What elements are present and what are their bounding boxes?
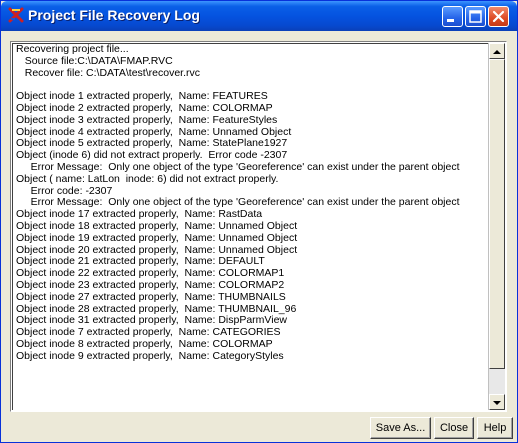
- minimize-button[interactable]: [442, 6, 463, 27]
- log-line: Object inode 19 extracted properly, Name…: [16, 231, 298, 244]
- log-line: Error Message: Only one object of the ty…: [16, 160, 460, 173]
- arrow-up-icon: [493, 50, 501, 54]
- maximize-button[interactable]: [465, 6, 486, 27]
- vertical-scrollbar[interactable]: [488, 43, 505, 410]
- scroll-down-button[interactable]: [489, 394, 505, 410]
- app-icon: [8, 7, 24, 23]
- title-bar[interactable]: Project File Recovery Log: [1, 1, 517, 31]
- scroll-thumb[interactable]: [489, 59, 505, 369]
- log-line: Object inode 3 extracted properly, Name:…: [16, 113, 278, 126]
- minimize-icon: [447, 19, 454, 22]
- log-line: Object inode 23 extracted properly, Name…: [16, 278, 285, 291]
- close-window-button[interactable]: [488, 6, 509, 27]
- scroll-up-button[interactable]: [489, 43, 505, 59]
- log-text-area[interactable]: Recovering project file... Source file:C…: [12, 43, 488, 410]
- log-line: Object inode 2 extracted properly, Name:…: [16, 101, 273, 114]
- log-panel: Recovering project file... Source file:C…: [10, 41, 507, 412]
- log-line: Recover file: C:\DATA\test\recover.rvc: [16, 66, 200, 79]
- close-button[interactable]: Close: [434, 417, 474, 439]
- maximize-icon: [469, 10, 482, 23]
- close-icon: [492, 10, 505, 23]
- log-line: Object inode 8 extracted properly, Name:…: [16, 337, 273, 350]
- recovery-log-window: Project File Recovery Log Recovering pro…: [0, 0, 518, 443]
- log-line: Object inode 27 extracted properly, Name…: [16, 290, 286, 303]
- log-line: Object inode 18 extracted properly, Name…: [16, 219, 298, 232]
- log-line: Source file:C:\DATA\FMAP.RVC: [16, 54, 173, 67]
- log-line: Object inode 9 extracted properly, Name:…: [16, 349, 284, 362]
- button-bar: Save As... Close Help: [1, 413, 517, 442]
- log-line: Object ( name: LatLon inode: 6) did not …: [16, 172, 279, 185]
- arrow-down-icon: [493, 401, 501, 405]
- help-button[interactable]: Help: [477, 417, 513, 439]
- window-title: Project File Recovery Log: [28, 7, 200, 23]
- save-as-button[interactable]: Save As...: [370, 417, 431, 439]
